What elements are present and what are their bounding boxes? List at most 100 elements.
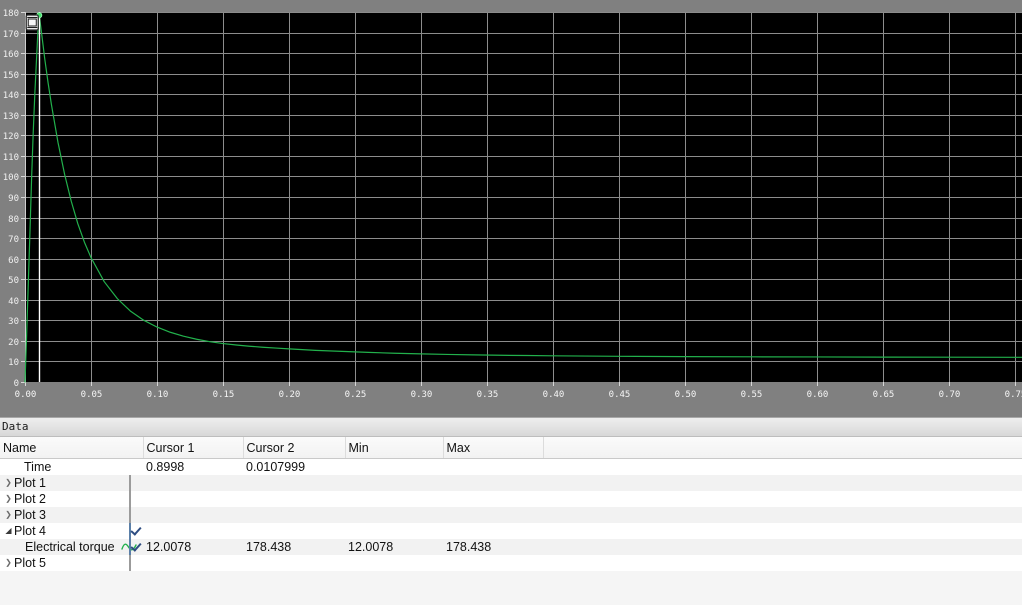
cell-name: Electrical torque [0,539,143,555]
cell-value: 12.0078 [348,540,394,554]
cell-spacer [543,475,1022,491]
cell-cursor-2 [243,507,345,523]
y-tick-label: 70 [8,235,19,245]
cursor-handle-glyph [27,18,37,27]
column-header-spacer [543,437,1022,459]
column-header-cursor-2[interactable]: Cursor 2 [243,437,346,459]
cell-cursor-1 [143,523,243,539]
cell-min [345,523,443,539]
visibility-checkbox[interactable] [129,507,131,523]
row-label: Plot 5 [14,556,46,570]
y-tick-label: 130 [3,112,19,122]
cell-max [443,523,543,539]
checkbox-unchecked[interactable] [129,475,131,491]
y-tick-label: 170 [3,30,19,40]
cell-cursor-2 [243,555,345,571]
table-row[interactable]: ❯ Plot 2 [0,491,1022,507]
cell-spacer [543,459,1022,476]
checkbox-unchecked[interactable] [129,555,131,571]
table-row[interactable]: ❯ Plot 1 [0,475,1022,491]
chevron-right-icon[interactable]: ❯ [3,491,14,507]
checkbox-checked[interactable] [129,523,131,539]
visibility-checkbox[interactable] [129,475,131,491]
header-row: Name Cursor 1 Cursor 2 Min Max [0,437,1022,459]
y-tick-label: 50 [8,276,19,286]
cell-max [443,459,543,476]
plot-viewer-window: 0 10 20 30 40 50 60 70 80 90 100 110 120 130 140 150 160… [0,0,1022,605]
table-row[interactable]: ❯ Plot 5 [0,555,1022,571]
cell-max: 178.438 [443,539,543,555]
visibility-checkbox[interactable] [129,523,131,539]
cell-min [345,507,443,523]
x-tick-label: 0.30 [411,390,433,400]
x-tick-label: 0.05 [81,390,103,400]
row-label: Plot 2 [14,492,46,506]
cell-min [345,555,443,571]
cell-cursor-2: 178.438 [243,539,345,555]
cell-spacer [543,491,1022,507]
table-row[interactable]: ◢ Plot 4 [0,523,1022,539]
row-label: Electrical torque [25,540,115,554]
x-tick-label: 0.40 [543,390,565,400]
cell-max [443,491,543,507]
visibility-checkbox[interactable] [129,555,131,571]
cell-min [345,475,443,491]
checkbox-unchecked[interactable] [129,507,131,523]
data-table-header: Name Cursor 1 Cursor 2 Min Max [0,437,1022,459]
visibility-checkbox[interactable] [129,491,131,507]
chevron-down-icon[interactable]: ◢ [3,523,14,539]
cell-value: 0.8998 [146,460,185,474]
x-tick-label: 0.60 [807,390,829,400]
cursor-drag-handle[interactable] [25,14,39,31]
cell-cursor-2 [243,523,345,539]
data-panel-title: Data [0,418,1022,437]
cell-cursor-1 [143,491,243,507]
checkbox-checked[interactable] [129,539,131,555]
cell-cursor-1 [143,475,243,491]
cell-max [443,507,543,523]
x-tick-label: 0.35 [477,390,499,400]
plot-canvas[interactable]: 0 10 20 30 40 50 60 70 80 90 100 110 120 130 140 150 160… [0,0,1022,417]
y-tick-label: 80 [8,215,19,225]
column-header-min[interactable]: Min [345,437,444,459]
cell-min [345,459,443,476]
y-tick-label: 110 [3,153,19,163]
y-tick-label: 20 [8,338,19,348]
column-header-name[interactable]: Name [0,437,144,459]
chevron-right-icon[interactable]: ❯ [3,555,14,571]
table-row[interactable]: Electrical torque 12.0078 178.438 12.0078 17… [0,539,1022,555]
y-tick-label: 60 [8,256,19,266]
row-label: Time [24,460,52,474]
table-row[interactable]: ❯ Time 0.8998 0.0107999 [0,458,1022,476]
x-tick-label: 0.75 [1005,390,1022,400]
cell-min: 12.0078 [345,539,443,555]
cell-value: 0.0107999 [246,460,306,474]
y-tick-label: 0 [14,379,19,389]
cell-cursor-1 [143,555,243,571]
cell-value: 12.0078 [146,540,192,554]
x-tick-label: 0.25 [345,390,367,400]
cell-name: ❯ Time [0,459,143,476]
checkbox-unchecked[interactable] [129,491,131,507]
data-table-body: ❯Time0.89980.0107999❯Plot 1❯Plot 2❯Plot … [0,458,1022,571]
cell-cursor-2 [243,475,345,491]
chevron-right-icon[interactable]: ❯ [3,475,14,491]
table-row[interactable]: ❯ Plot 3 [0,507,1022,523]
cell-max [443,555,543,571]
cell-name: ❯ Plot 1 [0,475,143,491]
data-table: Name Cursor 1 Cursor 2 Min Max ❯ Time 0.89… [0,437,1022,571]
chevron-right-icon[interactable]: ❯ [3,507,14,523]
x-tick-label: 0.45 [609,390,631,400]
column-header-max[interactable]: Max [443,437,544,459]
visibility-checkbox[interactable] [129,539,131,555]
y-tick-label: 120 [3,132,19,142]
plot-panel[interactable]: 0 10 20 30 40 50 60 70 80 90 100 110 120 130 140 150 160… [0,0,1022,417]
cell-spacer [543,555,1022,571]
x-tick-label: 0.55 [741,390,763,400]
cell-cursor-2: 0.0107999 [243,459,345,476]
cell-name: ◢ Plot 4 [0,523,143,539]
y-tick-label: 160 [3,50,19,60]
cell-spacer [543,523,1022,539]
cell-name: ❯ Plot 5 [0,555,143,571]
column-header-cursor-1[interactable]: Cursor 1 [143,437,244,459]
